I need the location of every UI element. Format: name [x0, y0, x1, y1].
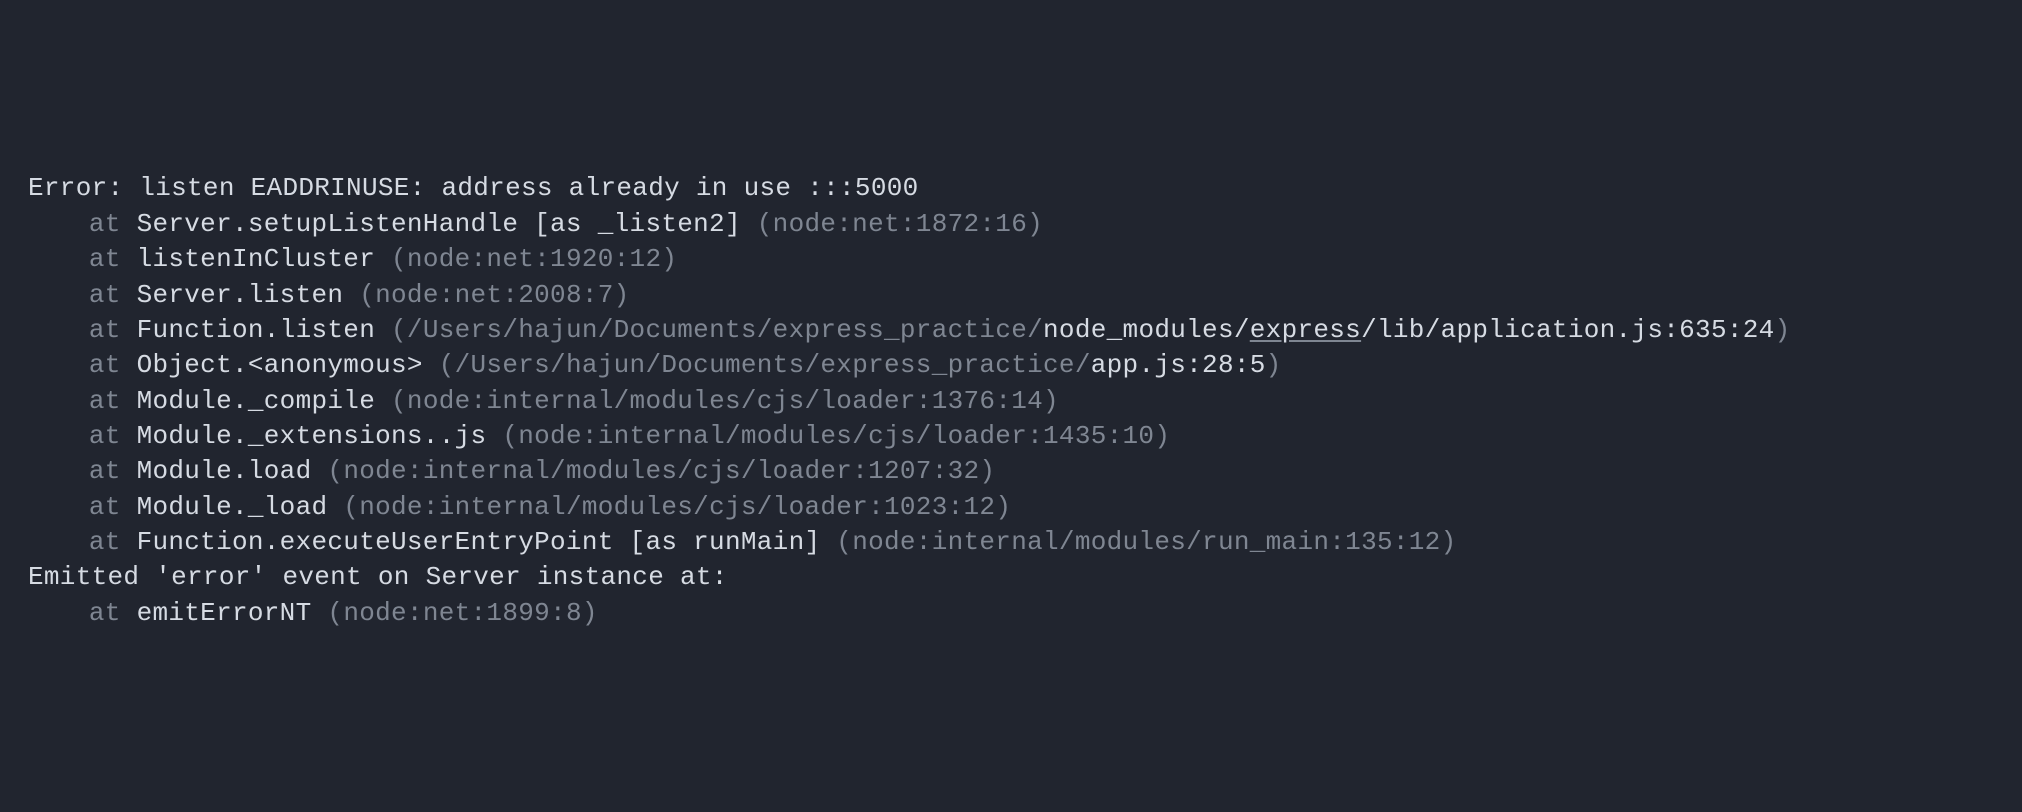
paren-close: ) — [1266, 350, 1282, 380]
frame-function: Object.<anonymous> — [137, 350, 423, 380]
stack-frame: at Function.executeUserEntryPoint [as ru… — [28, 525, 1994, 560]
paren-open: ( — [741, 209, 773, 239]
frame-function: Module._load — [137, 492, 328, 522]
frame-location: node:net:1872:16 — [773, 209, 1027, 239]
paren-close: ) — [1043, 386, 1059, 416]
stack-frame: at Function.listen (/Users/hajun/Documen… — [28, 313, 1994, 348]
at-keyword: at — [89, 492, 137, 522]
frame-function: Server.setupListenHandle [as _listen2] — [137, 209, 741, 239]
frame-location: node:internal/modules/run_main:135:12 — [852, 527, 1440, 557]
error-message: Error: listen EADDRINUSE: address alread… — [28, 173, 919, 203]
frame-location-bright: app.js:28:5 — [1091, 350, 1266, 380]
paren-close: ) — [979, 456, 995, 486]
frame-function: Module._extensions..js — [137, 421, 487, 451]
frame-location-dim: /Users/hajun/Documents/express_practice/ — [455, 350, 1091, 380]
at-keyword: at — [89, 527, 137, 557]
at-keyword: at — [89, 280, 137, 310]
stack-frame: at Module._extensions..js (node:internal… — [28, 419, 1994, 454]
error-line: Error: listen EADDRINUSE: address alread… — [28, 171, 1994, 206]
paren-close: ) — [1154, 421, 1170, 451]
paren-close: ) — [995, 492, 1011, 522]
paren-open: ( — [375, 386, 407, 416]
paren-open: ( — [312, 598, 344, 628]
stack-frame: at listenInCluster (node:net:1920:12) — [28, 242, 1994, 277]
frame-location: node:internal/modules/cjs/loader:1023:12 — [359, 492, 995, 522]
paren-close: ) — [1775, 315, 1791, 345]
terminal-output: Error: listen EADDRINUSE: address alread… — [28, 171, 1994, 631]
paren-close: ) — [1441, 527, 1457, 557]
paren-open: ( — [312, 456, 344, 486]
stack-frame: at Module.load (node:internal/modules/cj… — [28, 454, 1994, 489]
frame-function: listenInCluster — [137, 244, 376, 274]
at-keyword: at — [89, 244, 137, 274]
frame-function: Module.load — [137, 456, 312, 486]
at-keyword: at — [89, 386, 137, 416]
paren-open: ( — [820, 527, 852, 557]
frame-function: Function.executeUserEntryPoint [as runMa… — [137, 527, 821, 557]
paren-close: ) — [1027, 209, 1043, 239]
paren-close: ) — [582, 598, 598, 628]
frame-location: node:net:2008:7 — [375, 280, 614, 310]
at-keyword: at — [89, 456, 137, 486]
frame-location-bright: /lib/application.js:635:24 — [1361, 315, 1774, 345]
frame-location: node:internal/modules/cjs/loader:1376:14 — [407, 386, 1043, 416]
emitted-message: Emitted 'error' event on Server instance… — [28, 562, 728, 592]
frame-function: Function.listen — [137, 315, 376, 345]
frame-function: Module._compile — [137, 386, 376, 416]
paren-open: ( — [343, 280, 375, 310]
paren-close: ) — [661, 244, 677, 274]
at-keyword: at — [89, 421, 137, 451]
at-keyword: at — [89, 315, 137, 345]
paren-open: ( — [486, 421, 518, 451]
frame-function: emitErrorNT — [137, 598, 312, 628]
frame-location: node:net:1920:12 — [407, 244, 661, 274]
paren-open: ( — [375, 315, 407, 345]
frame-location: node:internal/modules/cjs/loader:1207:32 — [343, 456, 979, 486]
stack-frame: at emitErrorNT (node:net:1899:8) — [28, 596, 1994, 631]
frame-location: node:net:1899:8 — [343, 598, 582, 628]
at-keyword: at — [89, 598, 137, 628]
at-keyword: at — [89, 209, 137, 239]
stack-frame: at Module._compile (node:internal/module… — [28, 384, 1994, 419]
paren-open: ( — [375, 244, 407, 274]
frame-function: Server.listen — [137, 280, 344, 310]
stack-frame: at Object.<anonymous> (/Users/hajun/Docu… — [28, 348, 1994, 383]
at-keyword: at — [89, 350, 137, 380]
paren-open: ( — [423, 350, 455, 380]
stack-frame: at Module._load (node:internal/modules/c… — [28, 490, 1994, 525]
stack-frame: at Server.listen (node:net:2008:7) — [28, 278, 1994, 313]
paren-open: ( — [327, 492, 359, 522]
paren-close: ) — [614, 280, 630, 310]
frame-location: node:internal/modules/cjs/loader:1435:10 — [518, 421, 1154, 451]
emitted-line: Emitted 'error' event on Server instance… — [28, 560, 1994, 595]
frame-location-bright: node_modules/ — [1043, 315, 1250, 345]
frame-location-link[interactable]: express — [1250, 315, 1361, 345]
frame-location-dim: /Users/hajun/Documents/express_practice/ — [407, 315, 1043, 345]
stack-frame: at Server.setupListenHandle [as _listen2… — [28, 207, 1994, 242]
